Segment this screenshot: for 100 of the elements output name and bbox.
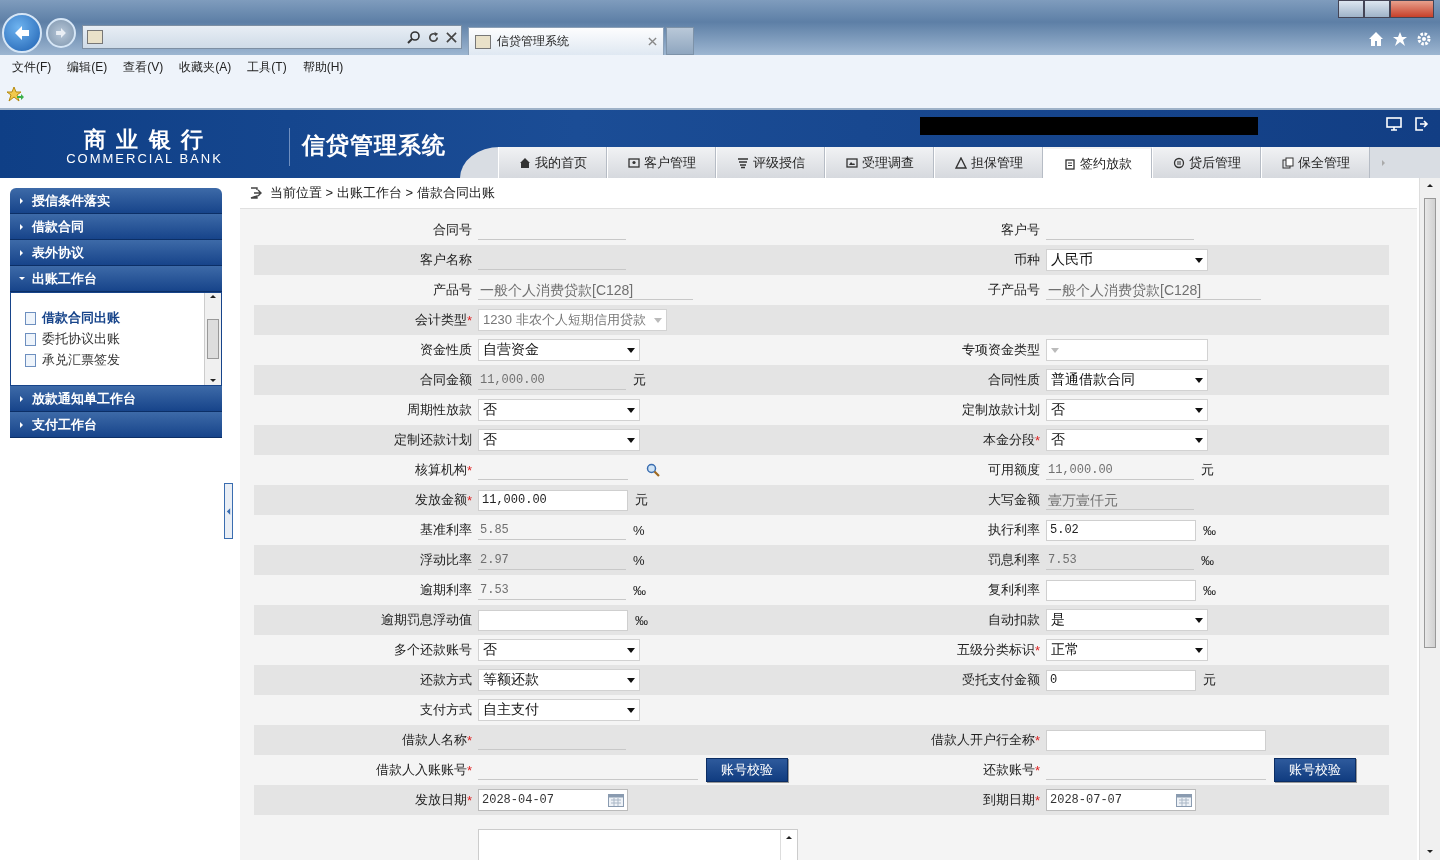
select-field[interactable]: 否 — [1046, 399, 1208, 421]
sidebar-item[interactable]: 承兑汇票签发 — [25, 351, 204, 369]
input-field[interactable]: 5.02 — [1046, 519, 1196, 541]
input-field[interactable] — [478, 609, 628, 631]
sidebar-group[interactable]: 表外协议 — [10, 240, 222, 266]
scrollbar[interactable] — [1419, 178, 1440, 860]
field-label: 币种 — [1014, 251, 1040, 269]
field-label: 核算机构 — [414, 461, 467, 479]
caret-right-icon — [18, 248, 26, 257]
search-icon[interactable] — [646, 463, 660, 477]
monitor-icon[interactable] — [1386, 116, 1402, 132]
input-field[interactable]: 0 — [1046, 669, 1196, 691]
unit-label: ‰ — [1203, 582, 1216, 598]
caret-right-icon — [18, 394, 26, 403]
select-field[interactable]: 正常 — [1046, 639, 1208, 661]
document-icon — [25, 332, 36, 346]
select-field[interactable]: 否 — [1046, 429, 1208, 451]
minimize-button[interactable] — [1338, 0, 1364, 18]
sidebar-group[interactable]: 借款合同 — [10, 214, 222, 240]
settings-icon[interactable] — [1416, 31, 1432, 47]
close-button[interactable] — [1390, 0, 1434, 18]
field-label: 合同金额 — [420, 371, 472, 389]
unit-label: ‰ — [1203, 522, 1216, 538]
field-label: 子产品号 — [988, 281, 1040, 299]
select-field[interactable]: 普通借款合同 — [1046, 369, 1208, 391]
collapse-handle[interactable] — [224, 483, 233, 539]
nav-tab[interactable]: 评级授信 — [716, 147, 825, 178]
sidebar-item[interactable]: 借款合同出账 — [25, 309, 204, 327]
page-icon — [475, 34, 491, 49]
menu-item[interactable]: 编辑(E) — [59, 59, 116, 76]
scroll-up-icon — [785, 834, 793, 842]
select-field[interactable]: 否 — [478, 429, 640, 451]
browser-tab[interactable]: 信贷管理系统 — [468, 27, 664, 55]
select-field[interactable]: 等额还款 — [478, 669, 640, 691]
field-label: 发放金额 — [414, 491, 467, 509]
required-mark: * — [466, 462, 472, 478]
field-label: 支付方式 — [420, 701, 472, 719]
calendar-icon[interactable] — [608, 793, 624, 807]
required-mark: * — [1034, 762, 1040, 778]
star-icon[interactable] — [1392, 31, 1408, 47]
date-field[interactable]: 2028-04-07 — [478, 789, 628, 811]
readonly-field: 11,000.00 — [1046, 460, 1194, 480]
required-mark: * — [1034, 732, 1040, 748]
select-field[interactable]: 自主支付 — [478, 699, 640, 721]
home-icon[interactable] — [1368, 31, 1384, 47]
verify-button[interactable]: 账号校验 — [1274, 758, 1356, 782]
readonly-field: 2.97 — [478, 550, 626, 570]
calendar-icon[interactable] — [1176, 793, 1192, 807]
nav-tab[interactable]: 贷后管理 — [1152, 147, 1261, 178]
select-field[interactable]: 否 — [478, 399, 640, 421]
disc-icon — [1172, 156, 1185, 169]
menu-item[interactable]: 文件(F) — [4, 59, 60, 76]
field-label: 多个还款账号 — [394, 641, 472, 659]
nav-tab[interactable]: 客户管理 — [607, 147, 716, 178]
logout-icon[interactable] — [1414, 116, 1430, 132]
menu-item[interactable]: 帮助(H) — [294, 59, 352, 76]
menu-item[interactable]: 工具(T) — [239, 59, 295, 76]
forward-button[interactable] — [46, 18, 76, 48]
sidebar-group[interactable]: 出账工作台 — [10, 266, 222, 292]
maximize-button[interactable] — [1364, 0, 1390, 18]
warning-icon — [954, 156, 967, 169]
favorites-star-icon[interactable] — [6, 86, 24, 102]
field-label: 逾期利率 — [420, 581, 472, 599]
back-button[interactable] — [2, 13, 42, 53]
unit-label: ‰ — [633, 582, 646, 598]
date-field[interactable]: 2028-07-07 — [1046, 789, 1196, 811]
menu-item[interactable]: 查看(V) — [115, 59, 172, 76]
field-label: 借款人入账账号 — [375, 761, 467, 779]
field-label: 大写金额 — [988, 491, 1040, 509]
close-icon[interactable] — [446, 31, 457, 43]
select-field[interactable]: 是 — [1046, 609, 1208, 631]
page-icon — [87, 30, 103, 44]
search-icon[interactable] — [407, 30, 421, 44]
select-field[interactable]: 人民币 — [1046, 249, 1208, 271]
refresh-icon[interactable] — [427, 30, 440, 44]
nav-tab[interactable]: 受理调查 — [825, 147, 934, 178]
sidebar-group[interactable]: 支付工作台 — [10, 412, 222, 438]
verify-button[interactable]: 账号校验 — [706, 758, 788, 782]
sidebar-group[interactable]: 放款通知单工作台 — [10, 386, 222, 412]
readonly-field: 一般个人消费贷款[C128] — [478, 280, 694, 300]
location-icon — [250, 187, 262, 199]
readonly-field: 一般个人消费贷款[C128] — [1046, 280, 1262, 300]
required-mark: * — [1034, 792, 1040, 808]
input-field[interactable]: 11,000.00 — [478, 489, 628, 511]
select-field[interactable]: 否 — [478, 639, 640, 661]
menu-item[interactable]: 收藏夹(A) — [171, 59, 240, 76]
nav-tab[interactable]: 担保管理 — [934, 147, 1043, 178]
input-field[interactable] — [1046, 579, 1196, 601]
new-tab-button[interactable] — [666, 27, 694, 55]
nav-tab[interactable]: 我的首页 — [498, 147, 607, 178]
sidebar-group[interactable]: 授信条件落实 — [10, 188, 222, 214]
nav-tab[interactable]: 签约放款 — [1043, 147, 1152, 178]
required-mark: * — [1034, 642, 1040, 658]
scrollbar[interactable] — [204, 293, 221, 385]
sidebar-item[interactable]: 委托协议出账 — [25, 330, 204, 348]
input-field[interactable] — [1046, 729, 1266, 751]
nav-tab[interactable]: 保全管理 — [1261, 147, 1370, 178]
document-icon — [25, 353, 36, 367]
system-title: 信贷管理系统 — [302, 131, 446, 160]
select-field[interactable]: 自营资金 — [478, 339, 640, 361]
